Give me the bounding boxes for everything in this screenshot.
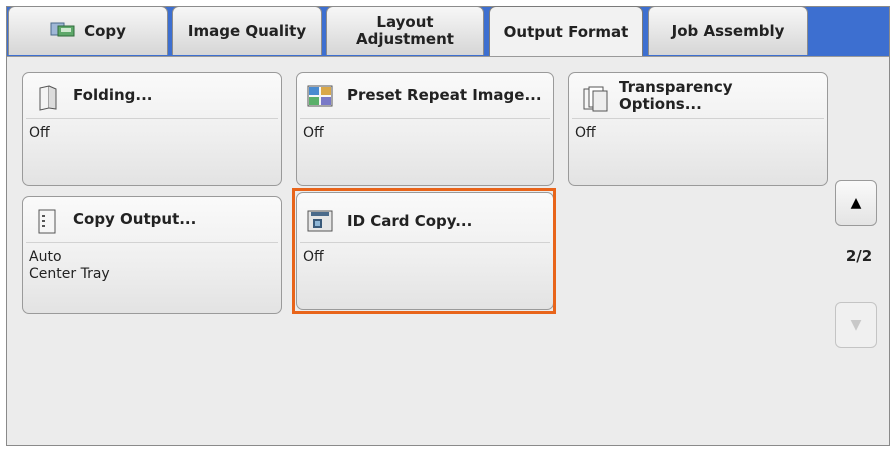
triangle-down-icon: ▼ [850, 317, 862, 333]
divider [300, 118, 550, 119]
copy-icon [50, 20, 78, 42]
tab-layout-adjustment-label: Layout Adjustment [356, 13, 454, 48]
divider [26, 242, 278, 243]
tab-output-format[interactable]: Output Format [489, 6, 643, 57]
preset-repeat-icon [307, 85, 335, 115]
transparency-options-button[interactable]: Transparency Options... Off [568, 72, 828, 186]
folding-icon [37, 85, 59, 115]
tab-output-format-label: Output Format [503, 22, 629, 41]
tab-image-quality[interactable]: Image Quality [172, 6, 322, 55]
transparency-options-status: Off [575, 125, 596, 141]
scroll-up-button[interactable]: ▲ [835, 180, 877, 226]
copy-output-title: Copy Output... [73, 210, 197, 228]
tab-image-quality-label: Image Quality [187, 21, 307, 40]
tab-copy[interactable]: Copy [8, 6, 168, 55]
transparency-icon [583, 85, 609, 117]
tab-copy-label: Copy [84, 21, 126, 40]
tab-job-assembly-label: Job Assembly [671, 21, 785, 40]
folding-button[interactable]: Folding... Off [22, 72, 282, 186]
divider [572, 118, 824, 119]
tab-job-assembly[interactable]: Job Assembly [648, 6, 808, 55]
page-indicator: 2/2 [845, 247, 873, 265]
copy-output-button[interactable]: Copy Output... Auto Center Tray [22, 196, 282, 314]
preset-repeat-image-button[interactable]: Preset Repeat Image... Off [296, 72, 554, 186]
copy-output-status: Auto Center Tray [29, 249, 110, 282]
folding-status: Off [29, 125, 50, 141]
copy-output-icon [37, 209, 59, 239]
selection-highlight [292, 188, 556, 314]
preset-repeat-image-title: Preset Repeat Image... [347, 86, 542, 104]
scroll-down-button[interactable]: ▼ [835, 302, 877, 348]
divider [26, 118, 278, 119]
transparency-options-title: Transparency Options... [619, 78, 733, 113]
tab-layout-adjustment[interactable]: Layout Adjustment [326, 6, 484, 55]
triangle-up-icon: ▲ [850, 195, 862, 211]
folding-title: Folding... [73, 86, 153, 104]
preset-repeat-image-status: Off [303, 125, 324, 141]
